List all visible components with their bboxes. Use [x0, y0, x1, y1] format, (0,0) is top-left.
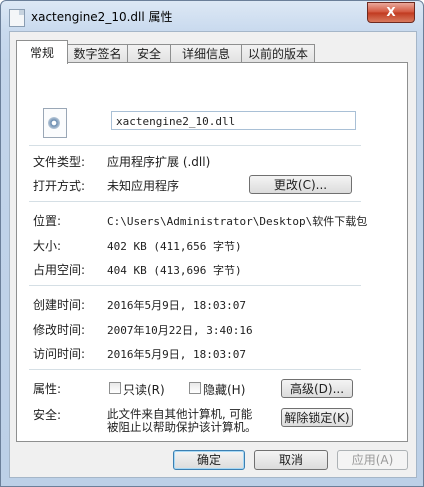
- unblock-button[interactable]: 解除锁定(K): [281, 408, 353, 427]
- created-label: 创建时间:: [33, 298, 86, 312]
- file-name-input[interactable]: xactengine2_10.dll: [111, 111, 356, 130]
- hidden-label[interactable]: 隐藏(H): [203, 381, 245, 398]
- dll-file-icon: [43, 108, 67, 138]
- size-on-disk-label: 占用空间:: [33, 263, 86, 277]
- location-value: C:\Users\Administrator\Desktop\软件下载包: [107, 215, 368, 228]
- attributes-label: 属性:: [33, 382, 62, 396]
- open-with-value: 未知应用程序: [107, 179, 180, 193]
- file-type-value: 应用程序扩展 (.dll): [107, 155, 211, 169]
- apply-button[interactable]: 应用(A): [337, 450, 408, 470]
- modified-label: 修改时间:: [33, 323, 86, 337]
- accessed-value: 2016年5月9日, 18:03:07: [107, 348, 246, 361]
- dll-file-icon: [9, 9, 25, 27]
- size-value: 402 KB (411,656 字节): [107, 240, 242, 253]
- tab-previous-versions[interactable]: 以前的版本: [241, 44, 315, 63]
- advanced-button[interactable]: 高级(D)...: [281, 379, 353, 398]
- hidden-checkbox[interactable]: [189, 382, 201, 394]
- ok-button[interactable]: 确定: [173, 450, 245, 470]
- title-bar: xactengine2_10.dll 属性 X: [1, 1, 423, 31]
- security-message-line2: 被阻止以帮助保护该计算机。: [107, 420, 257, 434]
- readonly-label[interactable]: 只读(R): [123, 381, 165, 398]
- separator: [29, 285, 361, 286]
- separator: [29, 369, 361, 370]
- cancel-button[interactable]: 取消: [254, 450, 328, 470]
- separator: [29, 201, 361, 202]
- tab-general[interactable]: 常规: [16, 40, 68, 64]
- tab-details[interactable]: 详细信息: [170, 44, 242, 63]
- open-with-label: 打开方式:: [33, 179, 86, 193]
- size-label: 大小:: [33, 239, 62, 253]
- security-label: 安全:: [33, 408, 62, 422]
- file-type-label: 文件类型:: [33, 155, 86, 169]
- created-value: 2016年5月9日, 18:03:07: [107, 299, 246, 312]
- location-label: 位置:: [33, 214, 62, 228]
- dialog-body: 常规 数字签名 安全 详细信息 以前的版本 xactengine2_10.dll…: [9, 31, 417, 478]
- window-title: xactengine2_10.dll 属性: [31, 10, 173, 24]
- tab-security[interactable]: 安全: [127, 44, 171, 63]
- properties-window: xactengine2_10.dll 属性 X 常规 数字签名 安全 详细信息 …: [0, 0, 424, 487]
- change-button[interactable]: 更改(C)...: [249, 175, 352, 194]
- size-on-disk-value: 404 KB (413,696 字节): [107, 264, 242, 277]
- readonly-checkbox[interactable]: [109, 382, 121, 394]
- separator: [29, 145, 361, 146]
- general-panel: xactengine2_10.dll 文件类型: 应用程序扩展 (.dll) 打…: [16, 62, 408, 442]
- modified-value: 2007年10月22日, 3:40:16: [107, 324, 253, 337]
- accessed-label: 访问时间:: [33, 347, 86, 361]
- close-button[interactable]: X: [367, 2, 415, 23]
- tab-digital-signatures[interactable]: 数字签名: [67, 44, 128, 63]
